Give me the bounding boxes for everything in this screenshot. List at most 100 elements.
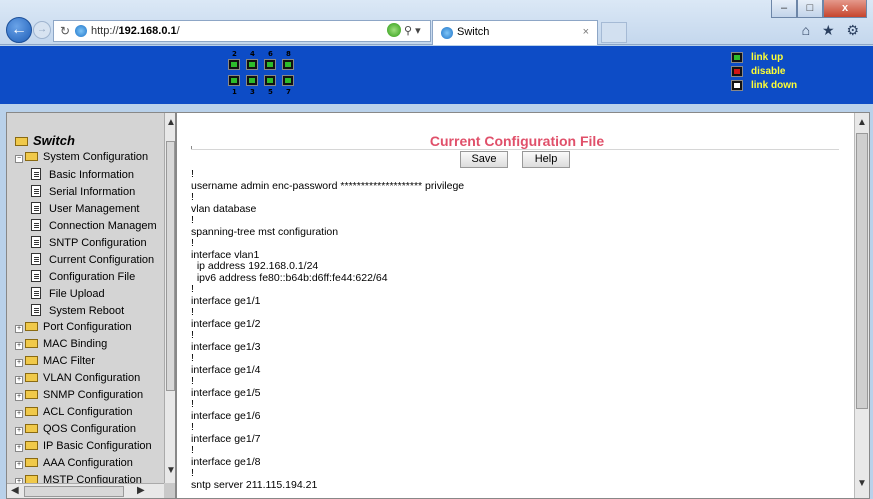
port-number: 6 — [268, 50, 273, 58]
sidebar-item-system-reboot[interactable]: System Reboot — [31, 304, 124, 317]
expand-icon[interactable]: + — [15, 342, 23, 350]
sidebar-item-connection-management[interactable]: Connection Managem — [31, 219, 157, 232]
port-number: 5 — [268, 88, 273, 96]
sidebar-item-sntp-configuration[interactable]: SNTP Configuration — [31, 236, 147, 249]
link-down-icon — [731, 80, 743, 91]
expand-icon[interactable]: + — [15, 325, 23, 333]
config-text: ! username admin enc-password **********… — [191, 168, 465, 491]
sidebar-horizontal-scrollbar[interactable]: ◀ ▶ — [7, 483, 164, 498]
sidebar-folder-mstp-configuration[interactable]: + MSTP Configuration — [15, 474, 142, 483]
port-number: 1 — [232, 88, 237, 96]
port-7-icon[interactable] — [282, 75, 294, 86]
scroll-down-icon[interactable]: ▼ — [857, 478, 867, 489]
url-text: http://192.168.0.1/ — [91, 25, 180, 37]
sidebar-item-configuration-file[interactable]: Configuration File — [31, 270, 135, 283]
nav-tree: Switch − System Configuration Basic Infor… — [7, 113, 164, 483]
tab-close-icon[interactable]: × — [583, 26, 589, 38]
title-divider — [191, 149, 839, 150]
folder-open-icon — [25, 152, 38, 161]
port-2-icon[interactable] — [228, 59, 240, 70]
port-5-icon[interactable] — [264, 75, 276, 86]
maximize-button[interactable]: □ — [797, 0, 823, 18]
sidebar-item-current-configuration[interactable]: Current Configuration — [31, 253, 154, 266]
page-icon — [31, 287, 41, 299]
expand-icon[interactable]: + — [15, 393, 23, 401]
address-bar[interactable]: ↻ http://192.168.0.1/ ⚲ ▾ — [53, 20, 431, 42]
scrollbar-thumb[interactable] — [24, 486, 124, 497]
sidebar-folder-aaa-configuration[interactable]: + AAA Configuration — [15, 457, 133, 469]
expand-icon[interactable]: + — [15, 444, 23, 452]
sidebar-item-basic-information[interactable]: Basic Information — [31, 168, 134, 181]
folder-icon — [25, 339, 38, 348]
sidebar-folder-qos-configuration[interactable]: + QOS Configuration — [15, 423, 136, 435]
folder-icon — [25, 322, 38, 331]
browser-chrome: – □ x ← → ↻ http://192.168.0.1/ ⚲ ▾ Swit… — [0, 0, 873, 45]
port-4-icon[interactable] — [246, 59, 258, 70]
expand-icon[interactable]: + — [15, 410, 23, 418]
port-1-icon[interactable] — [228, 75, 240, 86]
page-icon — [31, 253, 41, 265]
tree-root[interactable]: Switch — [15, 133, 75, 148]
folder-icon — [25, 424, 38, 433]
window-controls: – □ x — [771, 0, 867, 18]
scroll-up-icon[interactable]: ▲ — [166, 117, 175, 128]
sidebar-folder-vlan-configuration[interactable]: + VLAN Configuration — [15, 372, 140, 384]
minimize-button[interactable]: – — [771, 0, 797, 18]
port-8-icon[interactable] — [282, 59, 294, 70]
link-up-icon — [731, 52, 743, 63]
collapse-icon[interactable]: − — [15, 155, 23, 163]
sidebar-folder-ip-basic-configuration[interactable]: + IP Basic Configuration — [15, 440, 152, 452]
tab-switch[interactable]: Switch × — [432, 20, 598, 45]
port-6-icon[interactable] — [264, 59, 276, 70]
folder-icon — [25, 441, 38, 450]
content-vertical-scrollbar[interactable]: ▲ ▼ — [854, 113, 869, 498]
back-button[interactable]: ← — [6, 17, 32, 43]
search-icon[interactable]: ⚲ ▾ — [404, 24, 421, 37]
sidebar-folder-port-configuration[interactable]: + Port Configuration — [15, 321, 132, 333]
port-number: 7 — [286, 88, 291, 96]
sidebar-folder-acl-configuration[interactable]: + ACL Configuration — [15, 406, 132, 418]
compat-view-icon[interactable] — [387, 23, 401, 37]
help-button[interactable]: Help — [522, 151, 570, 168]
scroll-left-icon[interactable]: ◀ — [11, 485, 19, 496]
folder-open-icon — [15, 137, 28, 146]
sidebar-vertical-scrollbar[interactable]: ▲ ▼ — [164, 113, 175, 483]
page-icon — [31, 185, 41, 197]
sidebar: Switch − System Configuration Basic Infor… — [6, 112, 176, 499]
scroll-up-icon[interactable]: ▲ — [857, 117, 867, 128]
sidebar-item-file-upload[interactable]: File Upload — [31, 287, 105, 300]
scroll-down-icon[interactable]: ▼ — [166, 465, 175, 476]
sidebar-folder-mac-filter[interactable]: + MAC Filter — [15, 355, 95, 367]
folder-icon — [25, 407, 38, 416]
expand-icon[interactable]: + — [15, 461, 23, 469]
sidebar-item-user-management[interactable]: User Management — [31, 202, 140, 215]
forward-button[interactable]: → — [33, 21, 51, 39]
expand-icon[interactable]: + — [15, 359, 23, 367]
folder-icon — [25, 458, 38, 467]
save-button[interactable]: Save — [460, 151, 508, 168]
toolbar-icons[interactable]: ⌂ ★ ⚙ — [802, 22, 863, 39]
expand-icon[interactable]: + — [15, 376, 23, 384]
close-window-button[interactable]: x — [823, 0, 867, 18]
scrollbar-thumb[interactable] — [856, 133, 868, 409]
expand-icon[interactable]: + — [15, 427, 23, 435]
page-icon — [31, 219, 41, 231]
scrollbar-thumb[interactable] — [166, 141, 175, 391]
reload-icon[interactable]: ↻ — [60, 24, 70, 38]
sidebar-group-system-configuration[interactable]: − System Configuration — [15, 151, 148, 163]
scroll-right-icon[interactable]: ▶ — [137, 485, 145, 496]
legend-label: disable — [751, 66, 786, 77]
page-icon — [31, 168, 41, 180]
sidebar-item-serial-information[interactable]: Serial Information — [31, 185, 135, 198]
folder-icon — [25, 373, 38, 382]
port-number: 2 — [232, 50, 237, 58]
sidebar-folder-mac-binding[interactable]: + MAC Binding — [15, 338, 107, 350]
page-icon — [31, 236, 41, 248]
new-tab-button[interactable] — [601, 22, 627, 43]
sidebar-folder-snmp-configuration[interactable]: + SNMP Configuration — [15, 389, 143, 401]
device-header: 2 4 6 8 1 3 5 7 link up disable link dow… — [0, 46, 873, 104]
port-number: 4 — [250, 50, 255, 58]
port-3-icon[interactable] — [246, 75, 258, 86]
main-content: Current Configuration File Save Help ! u… — [176, 112, 870, 499]
folder-icon — [25, 475, 38, 483]
